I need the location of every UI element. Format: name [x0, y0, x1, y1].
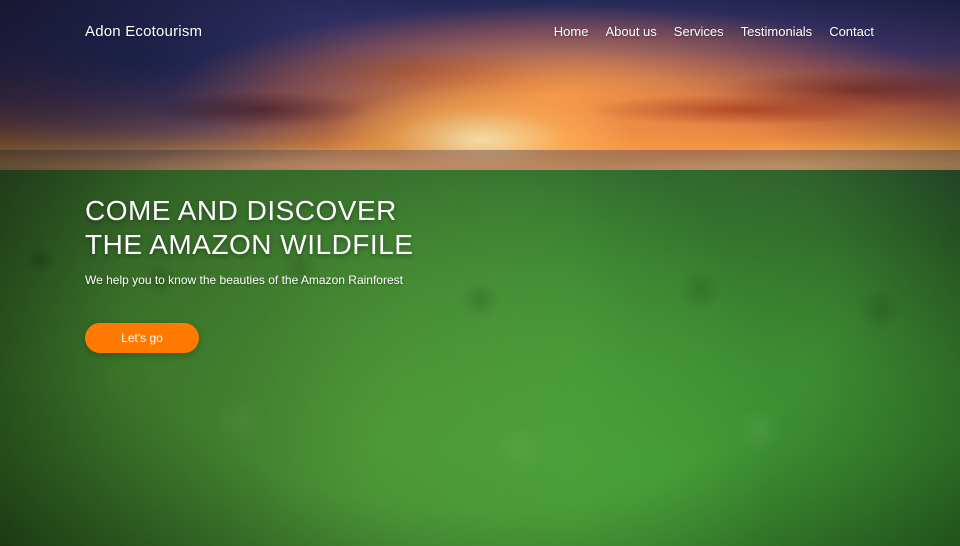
hero-section: Adon Ecotourism Home About us Services T… — [0, 0, 960, 546]
nav-link-services[interactable]: Services — [674, 24, 724, 39]
hero-headline-line-2: THE AMAZON WILDFILE — [85, 229, 414, 260]
brand-logo-text[interactable]: Adon Ecotourism — [85, 23, 202, 40]
top-navigation-bar: Adon Ecotourism Home About us Services T… — [0, 0, 960, 62]
hero-headline-line-1: COME AND DISCOVER — [85, 195, 397, 226]
lets-go-button[interactable]: Let's go — [85, 323, 199, 353]
hero-headline: COME AND DISCOVER THE AMAZON WILDFILE — [85, 194, 565, 262]
nav-link-about-us[interactable]: About us — [605, 24, 656, 39]
nav-link-home[interactable]: Home — [554, 24, 589, 39]
hero-subtitle: We help you to know the beauties of the … — [85, 273, 403, 287]
nav-link-contact[interactable]: Contact — [829, 24, 874, 39]
hero-content: COME AND DISCOVER THE AMAZON WILDFILE We… — [85, 194, 565, 288]
nav-link-testimonials[interactable]: Testimonials — [741, 24, 813, 39]
main-nav: Home About us Services Testimonials Cont… — [554, 24, 874, 39]
